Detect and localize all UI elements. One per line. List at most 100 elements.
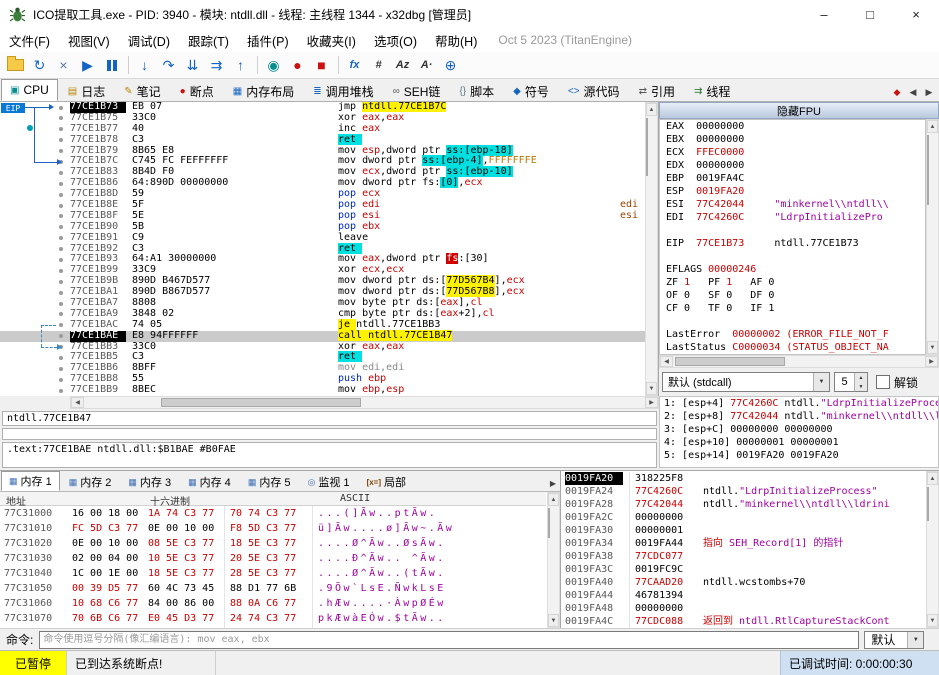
menu-item[interactable]: 文件(F): [0, 28, 59, 53]
memory-row[interactable]: 77C31060 10 68 C6 77 84 00 86 00 88 0A C6 7…: [0, 596, 546, 611]
breakpoint-dot[interactable]: [59, 247, 63, 252]
tab-symbols[interactable]: ◆ 符号: [504, 81, 558, 101]
memory-row[interactable]: 77C31020 0E 00 10 00 08 5E C3 77 18 5E C3 7…: [0, 536, 546, 551]
tab-source[interactable]: <> 源代码: [559, 81, 629, 101]
breakpoint-dot[interactable]: [59, 268, 63, 273]
scroll-thumb[interactable]: [646, 118, 648, 176]
breakpoint-dot[interactable]: [59, 214, 63, 219]
breakpoint-dot[interactable]: [59, 138, 63, 143]
step-into-icon[interactable]: ↓: [133, 54, 156, 76]
register-row[interactable]: ESP 0019FA20: [660, 185, 925, 198]
register-row[interactable]: EBX 00000000: [660, 133, 925, 146]
font-icon[interactable]: A·: [415, 54, 438, 76]
disassembly-view[interactable]: 77CE1B73 EB 07 jmp ntdll.77CE1B7C 77CE1B75 3…: [0, 102, 659, 396]
step-over-icon[interactable]: ↷: [157, 54, 180, 76]
stack-row[interactable]: 0019FA28 77C42044 ntdll."minkernel\\ntdll\…: [561, 498, 926, 511]
scroll-down-icon[interactable]: ▼: [646, 382, 657, 395]
register-row[interactable]: OF 0 SF 0 DF 0: [660, 289, 925, 302]
registers-horizontal-scrollbar[interactable]: ◀ ▶: [659, 355, 939, 368]
register-row[interactable]: EDX 00000000: [660, 159, 925, 172]
dump-tab-memory-2[interactable]: ▦ 内存 2: [61, 473, 120, 491]
tab-scroll-right-icon[interactable]: ▶: [921, 83, 937, 101]
breakpoint-dot[interactable]: [59, 377, 63, 382]
dump-tab-memory-4[interactable]: ▦ 内存 4: [180, 473, 239, 491]
goto-eip-icon[interactable]: ◉: [262, 54, 285, 76]
spin-up-icon[interactable]: ▲: [855, 373, 867, 382]
tab-log[interactable]: ▤ 日志: [59, 81, 114, 101]
tab-scroll-left-icon[interactable]: ◀: [905, 83, 921, 101]
menu-item[interactable]: 插件(P): [238, 28, 298, 53]
stack-row[interactable]: 0019FA2C 00000000: [561, 511, 926, 524]
register-row[interactable]: [660, 315, 925, 328]
breakpoint-dot[interactable]: [59, 116, 63, 121]
trace-over-icon[interactable]: ⇉: [205, 54, 228, 76]
maximize-button[interactable]: □: [847, 0, 893, 28]
command-scope-select[interactable]: 默认 ▼: [864, 630, 925, 649]
breakpoint-dot[interactable]: [59, 279, 63, 284]
tab-call-stack[interactable]: ≣ 调用堆栈: [304, 81, 382, 101]
breakpoint-icon[interactable]: ●: [286, 54, 309, 76]
stack-row[interactable]: 0019FA38 77CDC077: [561, 550, 926, 563]
scroll-thumb[interactable]: [548, 508, 550, 538]
scroll-thumb[interactable]: [161, 398, 361, 407]
execute-till-return-icon[interactable]: ↑: [229, 54, 252, 76]
disasm-row[interactable]: 77CE1BAE E8 94FFFFFF call ntdll.77CE1B47: [0, 329, 646, 342]
stack-row[interactable]: 0019FA34 0019FA44 指向 SEH_Record[1] 的指针: [561, 537, 926, 550]
breakpoint-dot[interactable]: [59, 388, 63, 393]
disasm-vertical-scrollbar[interactable]: ▲ ▼: [645, 102, 658, 396]
spin-down-icon[interactable]: ▼: [855, 382, 867, 391]
stop-icon[interactable]: ■: [310, 54, 333, 76]
command-input[interactable]: [39, 630, 860, 649]
breakpoint-dot[interactable]: [59, 127, 63, 132]
breakpoint-dot[interactable]: [59, 170, 63, 175]
run-icon[interactable]: ▶: [76, 54, 99, 76]
breakpoint-dot[interactable]: [59, 105, 63, 110]
register-row[interactable]: ZF 1 PF 1 AF 0: [660, 276, 925, 289]
stack-vertical-scrollbar[interactable]: ▲ ▼: [926, 471, 939, 628]
tab-seh-chain[interactable]: ∞ SEH链: [384, 81, 450, 101]
stack-row[interactable]: 0019FA48 00000000: [561, 602, 926, 615]
dump-tab-memory-3[interactable]: ▦ 内存 3: [120, 473, 179, 491]
memory-row[interactable]: 77C31040 1C 00 1E 00 18 5E C3 77 28 5E C3 7…: [0, 566, 546, 581]
menu-item[interactable]: 选项(O): [365, 28, 426, 53]
stack-row[interactable]: 0019FA24 77C4260C ntdll."LdrpInitializePro…: [561, 485, 926, 498]
registers-vertical-scrollbar[interactable]: ▲ ▼: [926, 119, 939, 355]
stack-panel[interactable]: 0019FA20 318225F8 0019FA24 77C4260C ntdll."L…: [560, 470, 939, 628]
breakpoint-dot[interactable]: [59, 236, 63, 241]
breakpoint-dot[interactable]: [59, 366, 63, 371]
spinner-arrows[interactable]: ▲ ▼: [854, 373, 867, 391]
menu-item[interactable]: 收藏夹(I): [298, 28, 365, 53]
memory-row[interactable]: 77C31050 00 39 D5 77 60 4C 73 45 88 D1 77 6…: [0, 581, 546, 596]
calling-convention-select[interactable]: 默认 (stdcall) ▼: [662, 372, 830, 392]
chevron-down-icon[interactable]: ▼: [907, 631, 924, 648]
scroll-up-icon[interactable]: ▲: [927, 472, 938, 485]
breakpoint-dot[interactable]: [59, 312, 63, 317]
stack-row[interactable]: 0019FA3C 0019FC9C: [561, 563, 926, 576]
register-row[interactable]: EIP 77CE1B73 ntdll.77CE1B73: [660, 237, 925, 250]
stack-row[interactable]: 0019FA40 77CAAD20 ntdll.wcstombs+70: [561, 576, 926, 589]
scroll-left-icon[interactable]: ◀: [660, 356, 673, 367]
register-row[interactable]: EFLAGS 00000246: [660, 263, 925, 276]
open-file-icon[interactable]: [4, 54, 27, 76]
menu-item[interactable]: 调试(D): [119, 28, 179, 53]
tab-extra-icon[interactable]: ◆: [889, 83, 905, 101]
register-row[interactable]: ESI 77C42044 "minkernel\\ntdll\\: [660, 198, 925, 211]
breakpoint-dot[interactable]: [59, 301, 63, 306]
globe-icon[interactable]: ⊕: [439, 54, 462, 76]
breakpoint-dot[interactable]: [59, 257, 63, 262]
arg-count-spinner[interactable]: 5 ▲ ▼: [834, 372, 868, 392]
disasm-row[interactable]: 77CE1B91 C9 leave: [0, 232, 646, 244]
breakpoint-dot[interactable]: [59, 290, 63, 295]
patch-icon[interactable]: #: [367, 54, 390, 76]
register-row[interactable]: [660, 250, 925, 263]
assemble-fx-icon[interactable]: fx: [343, 54, 366, 76]
register-row[interactable]: EAX 00000000: [660, 120, 925, 133]
dump-tab-locals[interactable]: [x=] 局部: [359, 473, 414, 491]
scroll-right-icon[interactable]: ▶: [925, 356, 938, 367]
scroll-thumb[interactable]: [675, 357, 785, 366]
tab-cpu[interactable]: ▣ CPU: [1, 79, 58, 101]
dump-vertical-scrollbar[interactable]: ▲ ▼: [547, 492, 560, 628]
register-row[interactable]: EBP 0019FA4C: [660, 172, 925, 185]
tab-breakpoints[interactable]: ● 断点: [171, 81, 223, 101]
tab-references[interactable]: ⇄ 引用: [630, 81, 684, 101]
